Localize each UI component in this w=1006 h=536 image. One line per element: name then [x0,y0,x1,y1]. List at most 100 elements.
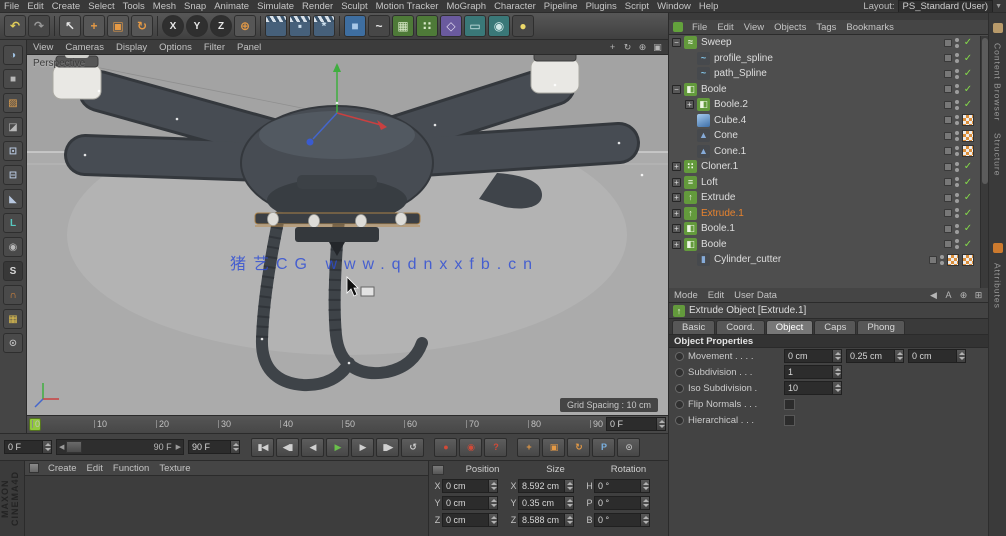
panel-layout-icon[interactable]: ⊞ [972,289,985,301]
editor-visibility-dot[interactable] [955,115,959,119]
autokey-button[interactable]: ◉ [459,438,482,457]
end-frame-field[interactable]: 90 F [188,440,240,454]
am-menu-edit[interactable]: Edit [703,290,729,301]
object-row-boole-2[interactable]: +◧Boole.2✓ [669,97,988,113]
movement-z-field[interactable]: 0 cm [908,349,966,363]
visibility-dots[interactable] [955,224,959,234]
tab-caps[interactable]: Caps [814,320,856,334]
viewport-canvas[interactable]: Perspective Grid Spacing : 10 cm [27,55,668,415]
search-icon[interactable]: ⊕ [957,289,970,301]
viewport-scene[interactable] [27,55,668,415]
om-menu-file[interactable]: File [687,22,712,33]
menu-pipeline[interactable]: Pipeline [540,1,582,12]
nav-back-icon[interactable]: ◀ [927,289,940,301]
am-menu-mode[interactable]: Mode [669,290,703,301]
render-visibility-dot[interactable] [955,168,959,172]
coord-field[interactable]: 0 cm [442,513,498,527]
object-manager-scrollbar[interactable] [980,36,988,288]
panel-tab-icon[interactable] [993,23,1003,33]
enabled-check-icon[interactable]: ✓ [962,68,974,79]
hierarchical-checkbox[interactable] [784,415,795,426]
texture-tag-icon[interactable] [962,254,974,266]
visibility-dots[interactable] [955,131,959,141]
expand-toggle-icon[interactable]: + [672,162,681,171]
object-row-extrude-1[interactable]: +↑Extrude.1✓ [669,206,988,222]
prev-key-button[interactable]: ◀▮ [276,438,299,457]
ruler-frame-field[interactable]: 0 F [606,417,666,431]
enabled-check-icon[interactable]: ✓ [962,223,974,234]
viewport-menu-panel[interactable]: Panel [231,42,267,53]
viewport-menu-filter[interactable]: Filter [198,42,231,53]
render-visibility-dot[interactable] [955,152,959,156]
om-menu-objects[interactable]: Objects [769,22,811,33]
render-visibility-dot[interactable] [940,261,944,265]
render-visibility-dot[interactable] [955,230,959,234]
menu-help[interactable]: Help [695,1,723,12]
tab-object[interactable]: Object [766,320,813,334]
render-visibility-dot[interactable] [955,137,959,141]
coord-field[interactable]: 0 ° [594,496,650,510]
visibility-dots[interactable] [955,69,959,79]
workplane-mode-icon[interactable]: ◪ [3,117,23,137]
object-row-sweep[interactable]: −≈Sweep✓ [669,35,988,51]
record-scale-button[interactable]: ▣ [542,438,565,457]
points-mode-icon[interactable]: ⊡ [3,141,23,161]
tab-basic[interactable]: Basic [672,320,715,334]
next-key-button[interactable]: ▮▶ [376,438,399,457]
render-visibility-dot[interactable] [955,75,959,79]
keyframe-selection-button[interactable]: ? [484,438,507,457]
play-button[interactable]: ▶ [326,438,349,457]
current-frame-field[interactable]: 0 F [4,440,52,454]
range-left-arrow-icon[interactable]: ◀ [57,443,66,451]
object-row-boole[interactable]: +◧Boole✓ [669,237,988,253]
render-view-icon[interactable] [265,15,287,37]
snap-icon[interactable]: S [3,261,23,281]
ab-compare-icon[interactable]: A [942,289,955,301]
lock-workplane-icon[interactable]: ⊙ [3,333,23,353]
menu-window[interactable]: Window [653,1,695,12]
preview-range-slider[interactable]: ◀ 90 F ▶ [56,439,184,455]
visibility-dots[interactable] [955,115,959,125]
layer-square[interactable] [944,39,952,47]
render-visibility-dot[interactable] [955,44,959,48]
coord-field[interactable]: 0 ° [594,479,650,493]
record-parameter-button[interactable]: P [592,438,615,457]
expand-toggle-icon[interactable]: + [685,100,694,109]
goto-start-button[interactable]: ▮◀ [251,438,274,457]
texture-tag-icon[interactable] [947,254,959,266]
render-visibility-dot[interactable] [955,106,959,110]
layer-square[interactable] [944,240,952,248]
next-frame-button[interactable]: ▶ [351,438,374,457]
stepper-icon[interactable] [656,418,665,430]
texture-tag-icon[interactable] [962,145,974,157]
visibility-dots[interactable] [955,146,959,156]
stepper-icon[interactable] [488,497,497,509]
editor-visibility-dot[interactable] [955,239,959,243]
stepper-icon[interactable] [640,480,649,492]
range-right-arrow-icon[interactable]: ▶ [174,443,183,451]
texture-mode-icon[interactable]: ▨ [3,93,23,113]
expand-toggle-icon[interactable]: + [672,178,681,187]
pan-view-icon[interactable]: + [606,41,619,53]
stepper-icon[interactable] [832,366,841,378]
tab-phong[interactable]: Phong [857,320,904,334]
object-row-cone[interactable]: ▲Cone [669,128,988,144]
layer-square[interactable] [944,132,952,140]
layer-square[interactable] [944,163,952,171]
om-menu-edit[interactable]: Edit [712,22,738,33]
scrollbar-thumb[interactable] [982,38,988,184]
subdivision-surface-icon[interactable]: ▦ [392,15,414,37]
deformer-icon[interactable]: ◇ [440,15,462,37]
stepper-icon[interactable] [230,441,239,453]
menu-edit[interactable]: Edit [23,1,47,12]
viewport-menu-display[interactable]: Display [110,42,153,53]
layer-square[interactable] [944,194,952,202]
range-handle[interactable] [66,441,82,453]
movement-y-field[interactable]: 0.25 cm [846,349,904,363]
menu-render[interactable]: Render [298,1,337,12]
layer-square[interactable] [944,101,952,109]
object-row-cylinder-cutter[interactable]: ▮Cylinder_cutter [669,252,988,268]
side-tab-attributes[interactable]: Attributes [993,257,1003,315]
om-menu-bookmarks[interactable]: Bookmarks [841,22,899,33]
movement-x-field[interactable]: 0 cm [784,349,842,363]
